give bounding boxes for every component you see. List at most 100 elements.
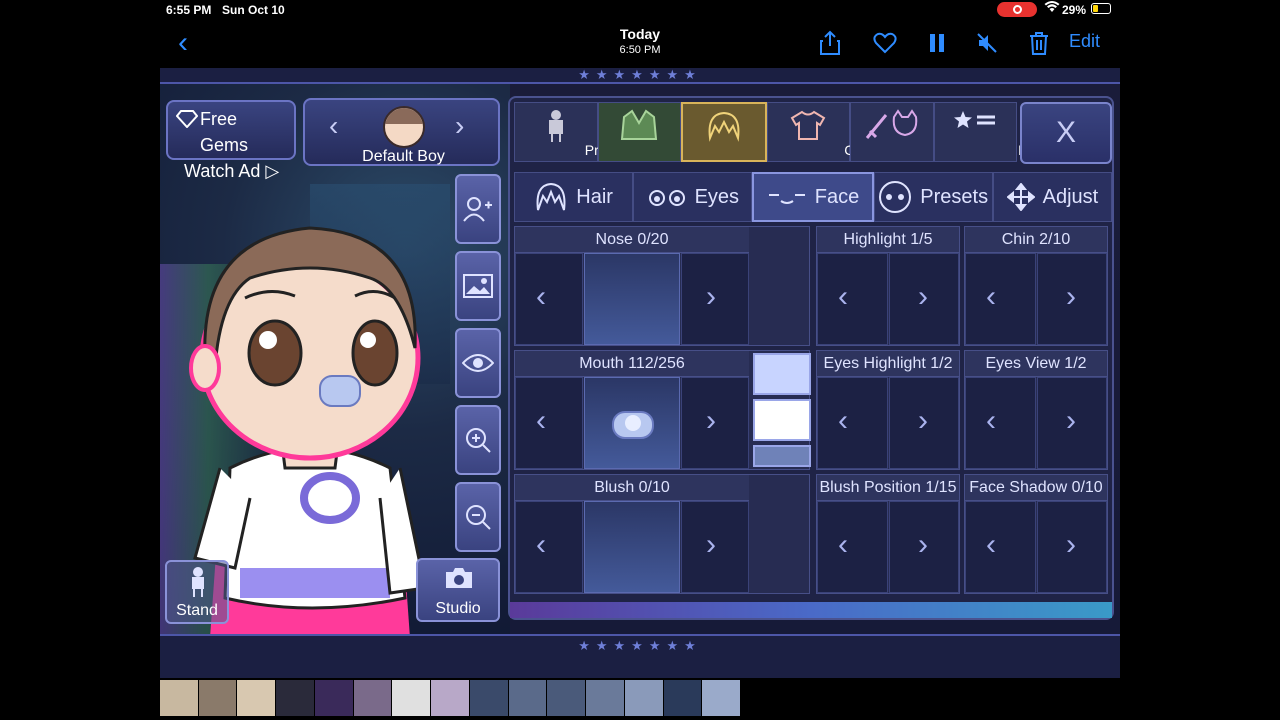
eyes-highlight-next[interactable]: ›	[889, 377, 959, 469]
battery-icon	[1091, 3, 1111, 14]
tab-head[interactable]: Head	[681, 102, 800, 162]
face-shadow-header: Face Shadow 0/10	[965, 475, 1107, 501]
subtab-hair[interactable]: Hair	[514, 172, 634, 222]
eyes-view-section: Eyes View 1/2 ‹ ›	[964, 350, 1108, 470]
tab-presets[interactable]: Presets	[514, 102, 632, 162]
eyes-icon	[648, 190, 685, 206]
mannequin-icon	[548, 110, 563, 142]
highlight-prev[interactable]: ‹	[817, 253, 888, 345]
eyes-highlight-section: Eyes Highlight 1/2 ‹ ›	[816, 350, 960, 470]
video-scrubber[interactable]	[160, 680, 741, 720]
background-button[interactable]	[455, 251, 501, 321]
panel-bottom-bar	[510, 602, 1112, 618]
diamond-icon	[176, 110, 198, 128]
face-shadow-section: Face Shadow 0/10 ‹ ›	[964, 474, 1108, 594]
subtab-adjust[interactable]: Adjust	[992, 172, 1113, 222]
prev-character-button[interactable]: ‹	[329, 110, 338, 142]
close-button[interactable]: X	[1020, 102, 1112, 164]
character-selector: ‹ › Default Boy	[303, 98, 500, 166]
eyes-view-prev[interactable]: ‹	[965, 377, 1036, 469]
highlight-next[interactable]: ›	[889, 253, 959, 345]
back-chevron-icon[interactable]: ‹	[178, 28, 188, 58]
add-character-button[interactable]	[455, 174, 501, 244]
star-list-icon	[954, 111, 996, 128]
nav-title: Today	[619, 26, 661, 42]
face-shadow-prev[interactable]: ‹	[965, 501, 1036, 593]
tab-body[interactable]: Body	[597, 102, 715, 162]
blush-preview	[584, 501, 680, 593]
mouth-section: Mouth 112/256 ‹ ›	[514, 350, 811, 470]
chin-next[interactable]: ›	[1037, 253, 1107, 345]
bottom-star-strip: ★★★★★★★	[160, 634, 1120, 678]
watch-ad-label: Watch Ad ▷	[184, 161, 280, 181]
mute-icon[interactable]	[972, 28, 1002, 58]
subtab-face[interactable]: Face	[752, 172, 874, 222]
eyes-view-next[interactable]: ›	[1037, 377, 1107, 469]
battery-percent: 29%	[1062, 3, 1087, 17]
blush-position-prev[interactable]: ‹	[817, 501, 888, 593]
head-subtabs: Hair Eyes Face Presets Adjust	[514, 172, 1113, 222]
edit-button[interactable]: Edit	[1069, 31, 1100, 52]
face-circle-icon	[879, 181, 912, 213]
mouth-next[interactable]: ›	[681, 377, 749, 469]
editor-panel: Presets Body Head Clothes Other Profile …	[508, 96, 1114, 620]
blush-position-header: Blush Position 1/15	[817, 475, 959, 501]
pacifier-icon	[612, 411, 654, 439]
hair-icon	[708, 111, 740, 142]
pause-icon[interactable]	[922, 28, 952, 58]
photo-navbar: ‹ Today 6:50 PM Edit	[0, 20, 1280, 68]
nose-prev[interactable]: ‹	[515, 253, 583, 345]
mouth-color-swatch-1[interactable]	[753, 353, 811, 395]
camera-icon	[446, 568, 472, 588]
status-date: Sun Oct 10	[222, 3, 285, 17]
character-name: Default Boy	[362, 148, 445, 165]
free-gems-button[interactable]: Free Gems Watch Ad ▷	[166, 100, 296, 181]
blush-next[interactable]: ›	[681, 501, 749, 593]
face-shadow-next[interactable]: ›	[1037, 501, 1107, 593]
zoom-out-button[interactable]	[455, 482, 501, 552]
move-arrows-icon	[1006, 183, 1035, 211]
studio-button[interactable]: Studio	[416, 558, 500, 622]
zoom-out-icon	[466, 505, 491, 530]
screen-record-icon[interactable]	[997, 2, 1037, 17]
blush-prev[interactable]: ‹	[515, 501, 583, 593]
blush-header: Blush 0/10	[515, 475, 749, 501]
nose-preview	[584, 253, 680, 345]
subtab-eyes[interactable]: Eyes	[633, 172, 753, 222]
heart-icon[interactable]	[870, 28, 900, 58]
image-icon	[463, 274, 493, 298]
chin-section: Chin 2/10 ‹ ›	[964, 226, 1108, 346]
top-star-strip: ★★★★★★★	[160, 68, 1120, 84]
tab-profile[interactable]: Profile	[933, 102, 1058, 162]
subtab-presets[interactable]: Presets	[873, 172, 993, 222]
zoom-in-button[interactable]	[455, 405, 501, 475]
mouth-prev[interactable]: ‹	[515, 377, 583, 469]
mouth-preview	[584, 377, 680, 469]
eyes-highlight-prev[interactable]: ‹	[817, 377, 888, 469]
highlight-header: Highlight 1/5	[817, 227, 959, 253]
mouth-header: Mouth 112/256	[515, 351, 749, 377]
next-character-button[interactable]: ›	[455, 110, 464, 142]
category-tabs: Presets Body Head Clothes Other Profile	[514, 102, 1058, 162]
mouth-color-swatch-3[interactable]	[753, 445, 811, 467]
status-time: 6:55 PM	[166, 3, 212, 17]
sword-cat-icon	[865, 109, 918, 139]
blush-position-next[interactable]: ›	[889, 501, 959, 593]
add-person-icon	[463, 197, 492, 222]
mouth-color-swatch-2[interactable]	[753, 399, 811, 441]
chin-prev[interactable]: ‹	[965, 253, 1036, 345]
trash-icon[interactable]	[1024, 28, 1054, 58]
visibility-button[interactable]	[455, 328, 501, 398]
blush-section: Blush 0/10 ‹ ›	[514, 474, 810, 594]
tab-other[interactable]: Other	[850, 102, 978, 162]
blush-position-section: Blush Position 1/15 ‹ ›	[816, 474, 960, 594]
wifi-icon	[1044, 1, 1060, 16]
nose-next[interactable]: ›	[681, 253, 749, 345]
nose-section: Nose 0/20 ‹ ›	[514, 226, 810, 346]
face-icon	[768, 194, 805, 204]
eyes-view-header: Eyes View 1/2	[965, 351, 1107, 377]
stand-label: Stand	[176, 602, 218, 619]
tab-clothes[interactable]: Clothes	[766, 102, 892, 162]
share-icon[interactable]	[815, 28, 845, 58]
stand-button[interactable]: Stand	[165, 560, 229, 624]
